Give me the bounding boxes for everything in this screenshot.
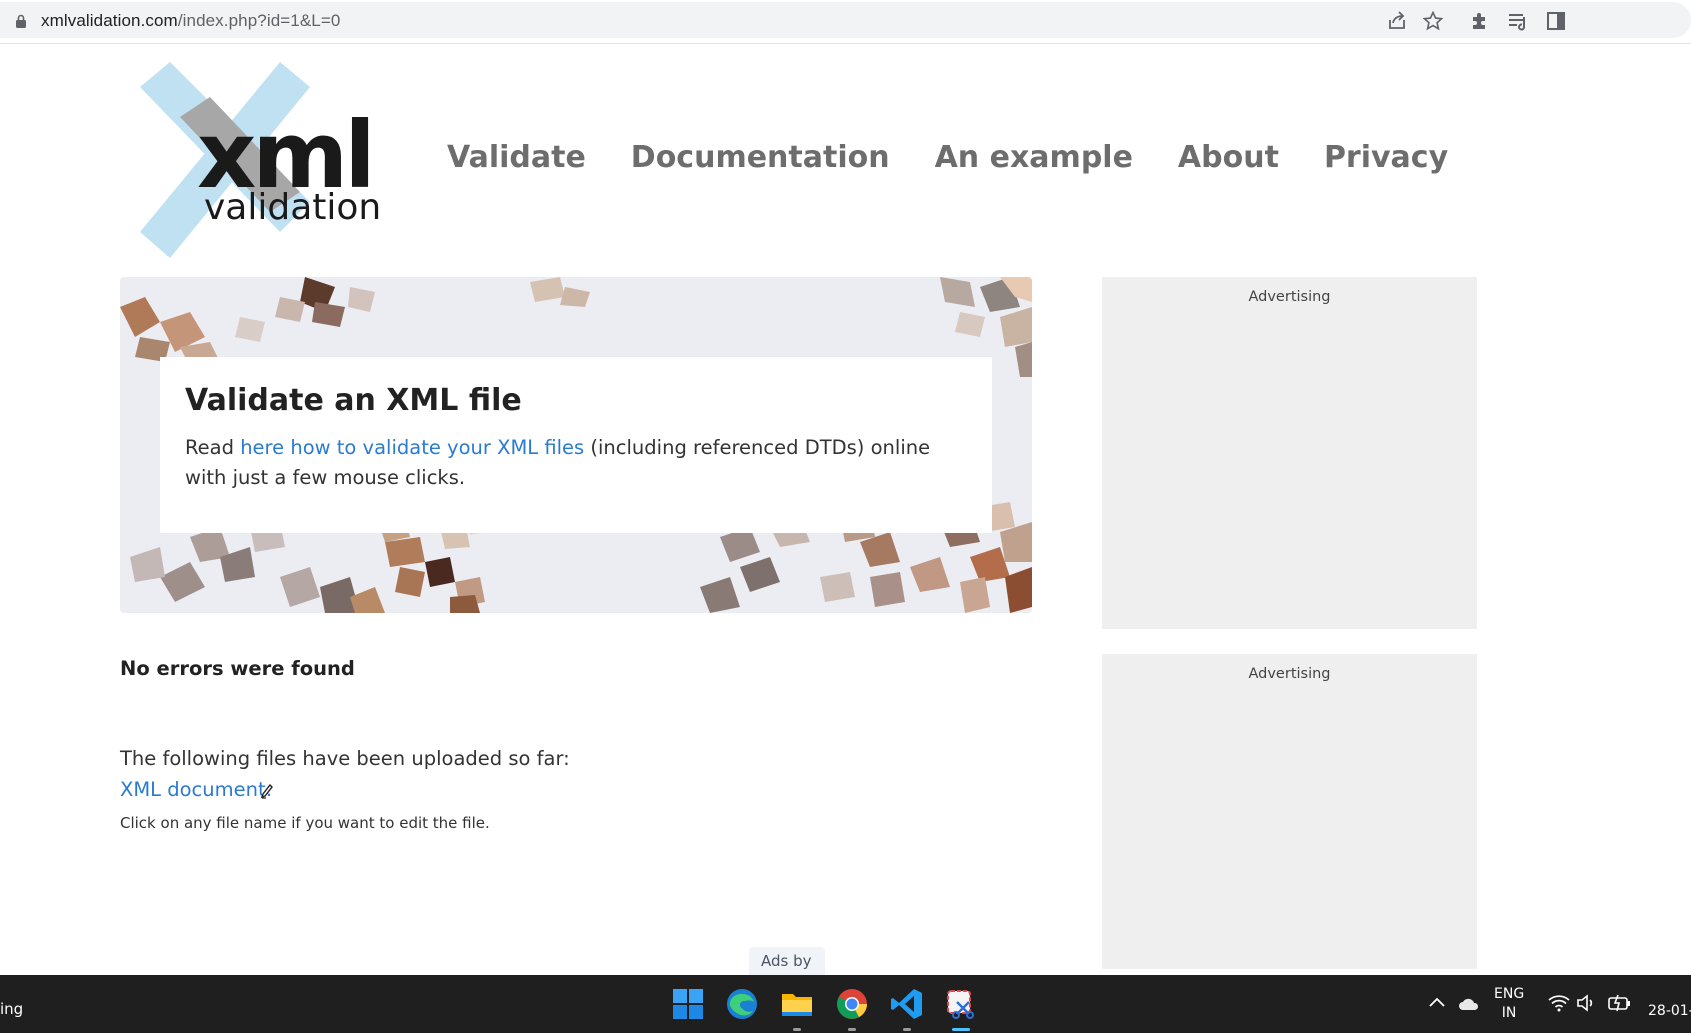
taskbar-date[interactable]: 28-01- [1648, 1003, 1691, 1019]
extensions-icon[interactable] [1465, 6, 1495, 36]
side-panel-icon[interactable] [1541, 6, 1571, 36]
onedrive-cloud-icon[interactable] [1458, 997, 1480, 1011]
site-logo[interactable]: xml validation [140, 62, 400, 258]
hero-text-before: Read [185, 436, 241, 459]
ad-label-1: Advertising [1248, 289, 1331, 305]
edit-hint: Click on any file name if you want to ed… [120, 814, 490, 832]
snipping-tool-active-indicator [952, 1028, 970, 1031]
xml-document-link[interactable]: XML document: [120, 778, 272, 801]
hero-description: Read here how to validate your XML files… [185, 433, 975, 493]
file-explorer-icon[interactable] [779, 986, 815, 1031]
volume-icon[interactable] [1576, 994, 1596, 1012]
chrome-running-indicator [848, 1028, 856, 1031]
main-nav: Validate Documentation An example About … [447, 140, 1493, 175]
nav-validate[interactable]: Validate [447, 140, 586, 175]
windows-taskbar: ing ENG IN 28-01- [0, 975, 1691, 1033]
ad-slot-1[interactable]: Advertising [1102, 277, 1477, 629]
bookmark-star-icon[interactable] [1418, 6, 1448, 36]
ads-by-badge[interactable]: Ads by [749, 947, 825, 975]
hero-howto-link[interactable]: here how to validate your XML files [240, 436, 584, 459]
ad-label-2: Advertising [1248, 666, 1331, 682]
edit-pencil-icon[interactable] [261, 784, 273, 800]
logo-subtitle: validation [204, 187, 381, 228]
nav-about[interactable]: About [1178, 140, 1279, 175]
taskbar-left-text: ing [0, 1000, 24, 1018]
hero-title: Validate an XML file [185, 383, 522, 418]
snipping-tool-icon[interactable] [943, 986, 979, 1031]
language-indicator[interactable]: ENG IN [1494, 985, 1524, 1023]
nav-privacy[interactable]: Privacy [1324, 140, 1448, 175]
nav-documentation[interactable]: Documentation [631, 140, 890, 175]
region-code: IN [1501, 1005, 1517, 1021]
ad-slot-2[interactable]: Advertising [1102, 654, 1477, 969]
windows-start-icon[interactable] [670, 986, 706, 1022]
ads-by-text: Ads by [761, 952, 812, 970]
browser-toolbar: xmlvalidation.com/index.php?id=1&L=0 [0, 0, 1691, 44]
language-code: ENG [1494, 986, 1525, 1002]
validation-status: No errors were found [120, 657, 355, 680]
edge-icon[interactable] [724, 986, 760, 1022]
nav-example[interactable]: An example [935, 140, 1133, 175]
hero-card: Validate an XML file Read here how to va… [160, 357, 992, 533]
vscode-running-indicator [903, 1028, 911, 1031]
file-explorer-running-indicator [793, 1028, 801, 1031]
share-icon[interactable] [1382, 6, 1412, 36]
chevron-up-icon[interactable] [1428, 995, 1446, 1009]
url-host: xmlvalidation.com [41, 11, 178, 30]
url-path: /index.php?id=1&L=0 [177, 11, 341, 30]
wifi-icon[interactable] [1548, 994, 1570, 1012]
url-text[interactable]: xmlvalidation.com/index.php?id=1&L=0 [41, 11, 340, 31]
chrome-icon[interactable] [834, 986, 870, 1031]
lock-icon[interactable] [15, 14, 27, 28]
uploaded-files-intro: The following files have been uploaded s… [120, 747, 570, 770]
reading-list-icon[interactable] [1503, 6, 1533, 36]
vscode-icon[interactable] [889, 986, 925, 1031]
battery-icon[interactable] [1608, 993, 1632, 1013]
